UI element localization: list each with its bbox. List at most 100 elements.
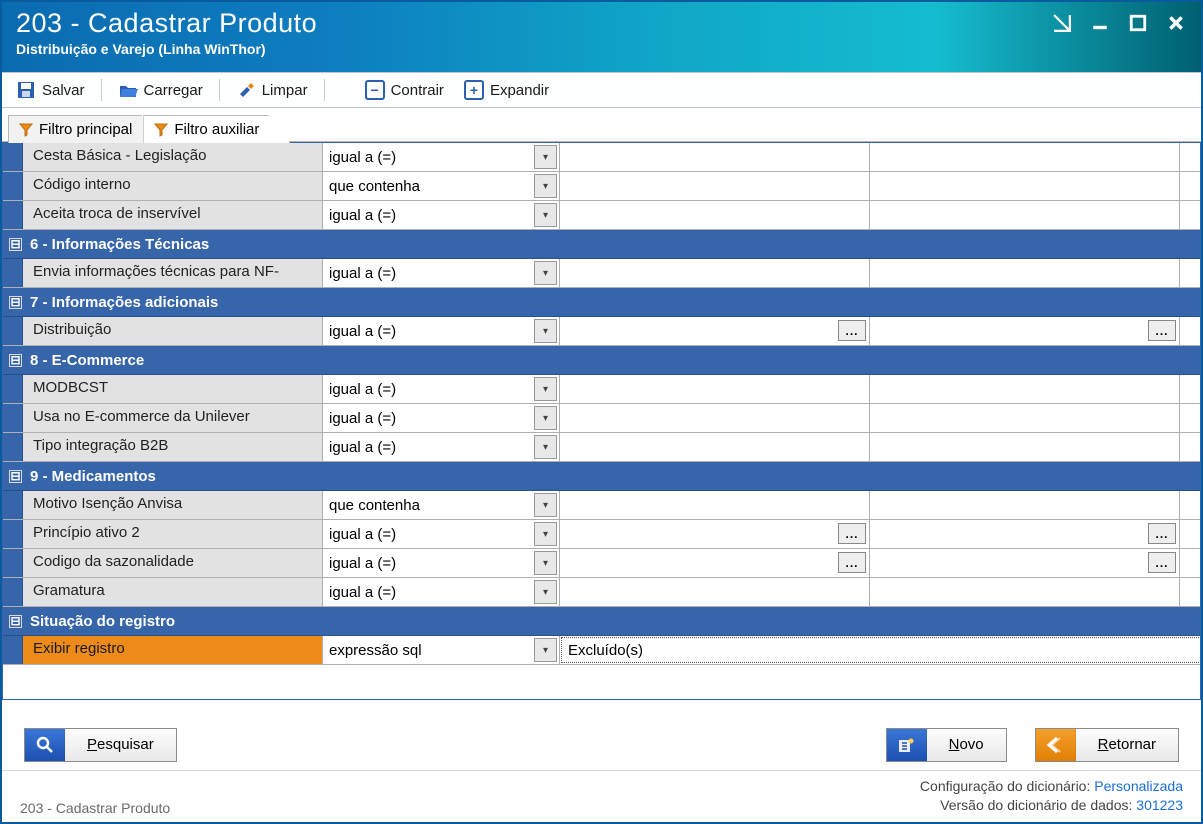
operator-dropdown[interactable]: ▾	[534, 551, 557, 575]
value-input[interactable]	[1180, 578, 1200, 606]
save-button[interactable]: Salvar	[6, 77, 95, 103]
value-input[interactable]	[870, 317, 1148, 345]
operator-dropdown[interactable]: ▾	[534, 203, 557, 227]
value-input[interactable]	[562, 638, 1200, 662]
operator-input[interactable]	[323, 375, 534, 403]
value-input[interactable]	[1180, 549, 1200, 577]
value-input[interactable]	[870, 143, 1179, 171]
value-input[interactable]	[1180, 317, 1200, 345]
row-grip[interactable]	[3, 491, 23, 519]
value-input[interactable]	[560, 375, 869, 403]
operator-dropdown[interactable]: ▾	[534, 261, 557, 285]
operator-dropdown[interactable]: ▾	[534, 145, 557, 169]
operator-input[interactable]	[323, 259, 534, 287]
value-input[interactable]	[1180, 172, 1200, 200]
lookup-button[interactable]: ...	[838, 523, 866, 544]
value-input[interactable]	[560, 201, 869, 229]
value-input[interactable]	[1180, 491, 1200, 519]
value-input[interactable]	[560, 520, 838, 548]
tab-filter-aux[interactable]: Filtro auxiliar	[143, 115, 290, 143]
lookup-button[interactable]: ...	[838, 320, 866, 341]
collapse-icon[interactable]: ⊟	[9, 354, 22, 367]
operator-dropdown[interactable]: ▾	[534, 377, 557, 401]
value-input[interactable]	[1180, 143, 1200, 171]
row-grip[interactable]	[3, 143, 23, 171]
collapse-button[interactable]: − Contrair	[355, 77, 454, 103]
value-input[interactable]	[560, 143, 869, 171]
row-grip[interactable]	[3, 317, 23, 345]
value-input[interactable]	[1180, 404, 1200, 432]
value-input[interactable]	[560, 491, 869, 519]
group-header[interactable]: ⊟ 9 - Medicamentos	[3, 462, 1200, 491]
value-input[interactable]	[870, 375, 1179, 403]
value-input[interactable]	[560, 433, 869, 461]
new-button[interactable]: Novo	[886, 728, 1007, 762]
expand-button[interactable]: + Expandir	[454, 77, 559, 103]
value-input[interactable]	[870, 404, 1179, 432]
value-input[interactable]	[560, 578, 869, 606]
group-header[interactable]: ⊟ 7 - Informações adicionais	[3, 288, 1200, 317]
collapse-icon[interactable]: ⊟	[9, 470, 22, 483]
lookup-button[interactable]: ...	[1148, 552, 1176, 573]
operator-input[interactable]	[323, 433, 534, 461]
row-grip[interactable]	[3, 520, 23, 548]
row-grip[interactable]	[3, 636, 23, 664]
row-grip[interactable]	[3, 259, 23, 287]
value-input[interactable]	[1180, 375, 1200, 403]
search-button[interactable]: Pesquisar	[24, 728, 177, 762]
operator-input[interactable]	[323, 201, 534, 229]
row-grip[interactable]	[3, 201, 23, 229]
collapse-icon[interactable]: ⊟	[9, 615, 22, 628]
value-input[interactable]	[560, 259, 869, 287]
value-input[interactable]	[560, 549, 838, 577]
value-input[interactable]	[870, 259, 1179, 287]
value-input[interactable]	[870, 201, 1179, 229]
group-header[interactable]: ⊟ Situação do registro	[3, 607, 1200, 636]
value-input[interactable]	[560, 404, 869, 432]
operator-input[interactable]	[323, 491, 534, 519]
value-input[interactable]	[560, 317, 838, 345]
value-input[interactable]	[1180, 259, 1200, 287]
return-button[interactable]: Retornar	[1035, 728, 1179, 762]
row-grip[interactable]	[3, 549, 23, 577]
value-input[interactable]	[870, 491, 1179, 519]
operator-input[interactable]	[323, 317, 534, 345]
group-header[interactable]: ⊟ 8 - E-Commerce	[3, 346, 1200, 375]
lookup-button[interactable]: ...	[1148, 320, 1176, 341]
value-input[interactable]	[870, 578, 1179, 606]
minimize-button[interactable]	[1089, 12, 1111, 34]
row-grip[interactable]	[3, 172, 23, 200]
row-grip[interactable]	[3, 578, 23, 606]
operator-dropdown[interactable]: ▾	[534, 174, 557, 198]
operator-input[interactable]	[323, 520, 534, 548]
operator-dropdown[interactable]: ▾	[534, 493, 557, 517]
operator-input[interactable]	[323, 636, 534, 664]
lookup-button[interactable]: ...	[1148, 523, 1176, 544]
collapse-icon[interactable]: ⊟	[9, 296, 22, 309]
close-button[interactable]	[1165, 12, 1187, 34]
clear-button[interactable]: Limpar	[226, 77, 318, 103]
operator-dropdown[interactable]: ▾	[534, 638, 557, 662]
collapse-icon[interactable]: ⊟	[9, 238, 22, 251]
value-input[interactable]	[1180, 201, 1200, 229]
value-input[interactable]	[870, 549, 1148, 577]
operator-input[interactable]	[323, 172, 534, 200]
row-grip[interactable]	[3, 433, 23, 461]
lookup-button[interactable]: ...	[838, 552, 866, 573]
row-grip[interactable]	[3, 404, 23, 432]
operator-dropdown[interactable]: ▾	[534, 406, 557, 430]
value-input[interactable]	[870, 433, 1179, 461]
maximize-button[interactable]	[1127, 12, 1149, 34]
value-input[interactable]	[870, 172, 1179, 200]
operator-input[interactable]	[323, 143, 534, 171]
value-input[interactable]	[870, 520, 1148, 548]
operator-input[interactable]	[323, 549, 534, 577]
restore-inverse-icon[interactable]	[1051, 12, 1073, 34]
operator-dropdown[interactable]: ▾	[534, 435, 557, 459]
value-input[interactable]	[1180, 433, 1200, 461]
operator-dropdown[interactable]: ▾	[534, 522, 557, 546]
group-header[interactable]: ⊟ 6 - Informações Técnicas	[3, 230, 1200, 259]
value-input[interactable]	[1180, 520, 1200, 548]
operator-input[interactable]	[323, 578, 534, 606]
operator-dropdown[interactable]: ▾	[534, 319, 557, 343]
